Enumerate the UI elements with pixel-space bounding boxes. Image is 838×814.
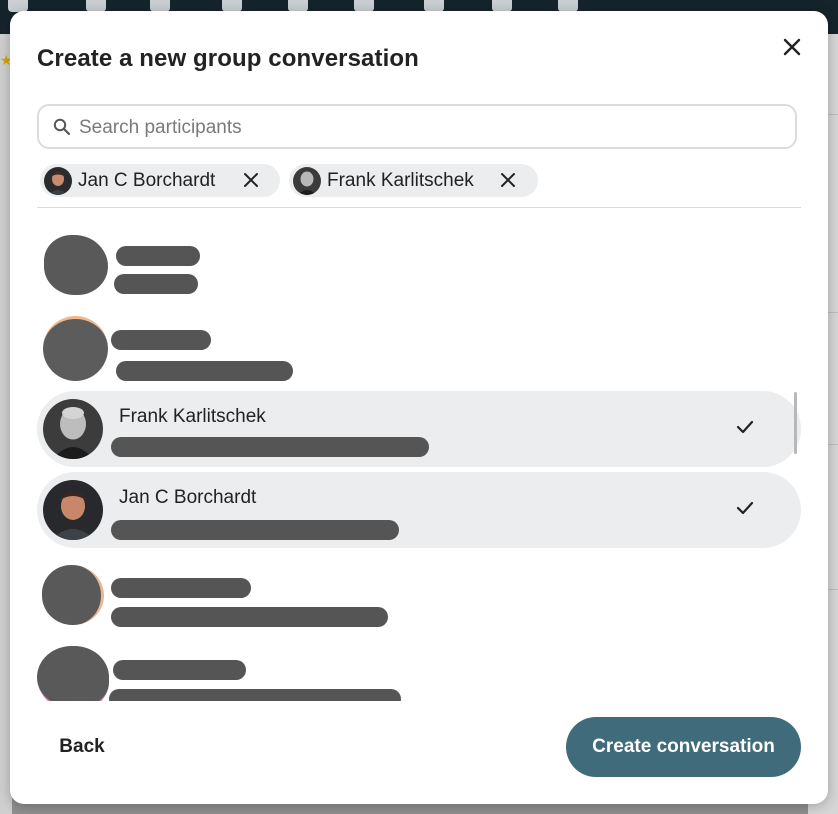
divider <box>37 207 801 208</box>
redacted-email <box>116 361 293 381</box>
dialog-title: Create a new group conversation <box>37 45 419 72</box>
close-icon[interactable] <box>498 170 518 190</box>
redacted-avatar <box>42 565 104 625</box>
participant-row[interactable] <box>37 216 801 295</box>
redacted-email <box>114 274 198 294</box>
participant-row[interactable] <box>37 637 801 701</box>
redacted-avatar <box>37 646 109 701</box>
participant-name: Frank Karlitschek <box>119 406 266 427</box>
participant-list: Frank Karlitschek Jan C Borchardt <box>37 216 802 701</box>
redacted-avatar <box>43 316 108 381</box>
redacted-avatar <box>44 235 108 295</box>
participant-row[interactable] <box>37 557 801 633</box>
search-icon <box>53 118 71 136</box>
close-icon[interactable] <box>241 170 261 190</box>
search-input[interactable] <box>77 112 781 144</box>
redacted-email <box>111 437 429 457</box>
redacted-email <box>111 607 388 627</box>
checkmark-icon <box>736 501 754 515</box>
redacted-email <box>111 520 399 540</box>
avatar <box>43 480 103 540</box>
avatar <box>293 166 321 195</box>
participant-name: Jan C Borchardt <box>119 487 257 508</box>
avatar <box>43 399 103 459</box>
participant-row-frank[interactable]: Frank Karlitschek <box>37 391 801 467</box>
redacted-name <box>111 330 211 350</box>
chip-label: Frank Karlitschek <box>327 169 474 191</box>
redacted-name <box>116 246 200 266</box>
selected-chip-frank: Frank Karlitschek <box>289 164 538 197</box>
checkmark-icon <box>736 420 754 434</box>
create-conversation-button[interactable]: Create conversation <box>566 717 801 777</box>
participant-row-jan[interactable]: Jan C Borchardt <box>37 472 801 548</box>
search-field[interactable] <box>37 104 797 149</box>
create-group-dialog: Create a new group conversation Jan C Bo… <box>10 11 828 804</box>
redacted-name <box>111 578 251 598</box>
close-button[interactable] <box>778 33 806 61</box>
redacted-name <box>113 660 246 680</box>
back-button[interactable]: Back <box>44 724 120 770</box>
chip-label: Jan C Borchardt <box>78 169 216 191</box>
participant-row[interactable] <box>37 308 801 384</box>
avatar <box>44 166 72 195</box>
close-icon <box>783 38 801 56</box>
scrollbar[interactable] <box>794 392 797 454</box>
redacted-email <box>109 689 401 701</box>
selected-chip-jan: Jan C Borchardt <box>40 164 280 197</box>
